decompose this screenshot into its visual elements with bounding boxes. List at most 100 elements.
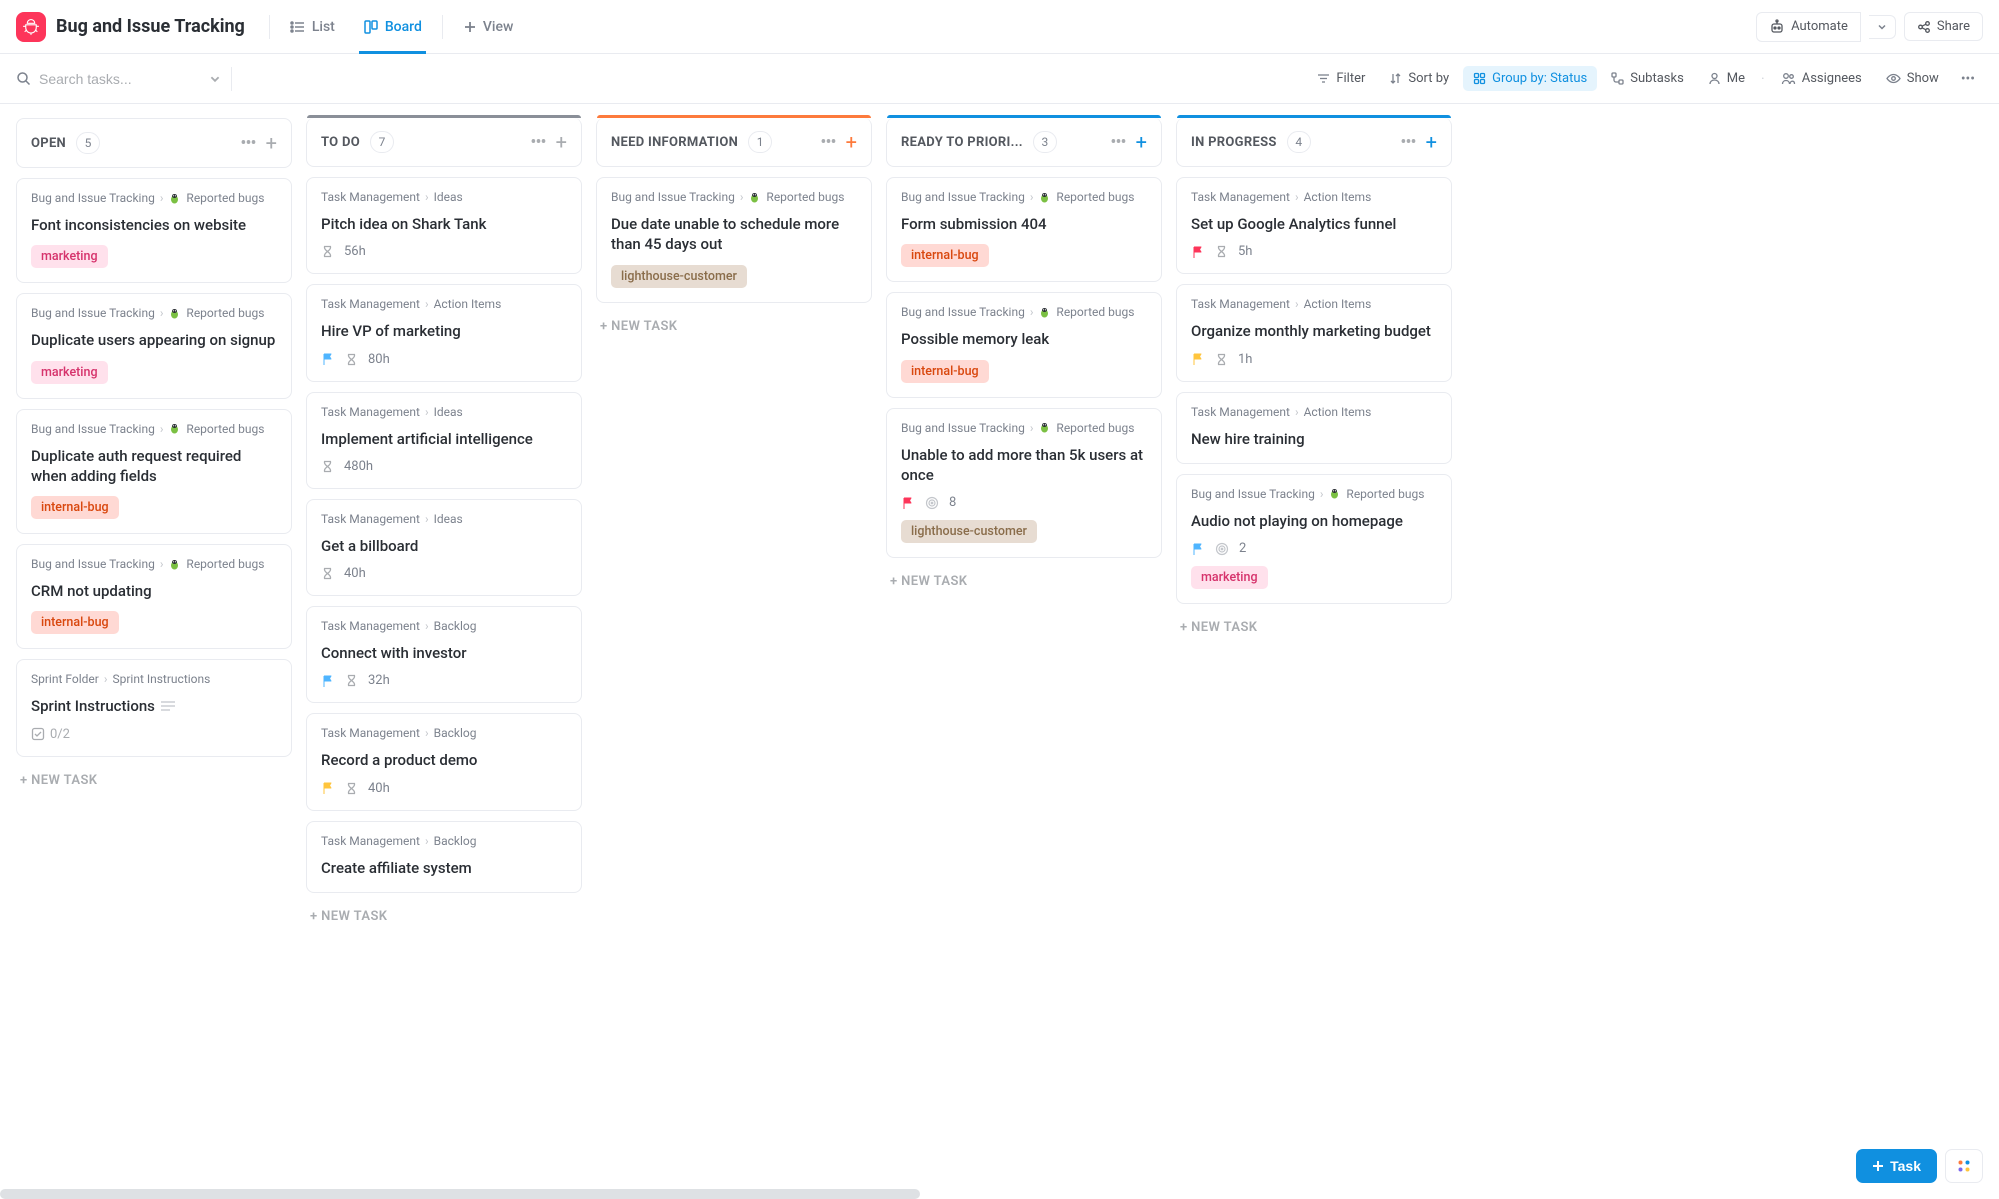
new-task-link[interactable]: + NEW TASK: [1176, 614, 1452, 641]
show-button[interactable]: Show: [1876, 66, 1949, 91]
breadcrumb[interactable]: Bug and Issue Tracking›Reported bugs: [31, 422, 277, 436]
task-card[interactable]: Task Management›Ideas Implement artifici…: [306, 392, 582, 489]
search-dropdown[interactable]: [209, 73, 221, 85]
flag-icon[interactable]: [901, 496, 915, 510]
task-card[interactable]: Bug and Issue Tracking›Reported bugs Due…: [596, 177, 872, 303]
flag-icon[interactable]: [321, 781, 335, 795]
breadcrumb[interactable]: Bug and Issue Tracking›Reported bugs: [611, 190, 857, 204]
breadcrumb[interactable]: Bug and Issue Tracking›Reported bugs: [31, 306, 277, 320]
breadcrumb[interactable]: Sprint Folder›Sprint Instructions: [31, 672, 277, 686]
breadcrumb[interactable]: Task Management›Ideas: [321, 190, 567, 204]
search-input[interactable]: [39, 71, 189, 87]
toolbar-more[interactable]: •••: [1953, 66, 1983, 92]
column-add[interactable]: +: [846, 130, 857, 154]
tag-internal-bug[interactable]: internal-bug: [31, 496, 119, 519]
tab-board[interactable]: Board: [349, 0, 436, 54]
tag-internal-bug[interactable]: internal-bug: [901, 360, 989, 383]
column-more[interactable]: •••: [1400, 132, 1415, 153]
column-add[interactable]: +: [556, 130, 567, 154]
new-task-link[interactable]: + NEW TASK: [306, 903, 582, 930]
group-button[interactable]: Group by: Status: [1463, 66, 1597, 91]
breadcrumb[interactable]: Bug and Issue Tracking›Reported bugs: [901, 305, 1147, 319]
breadcrumb[interactable]: Task Management›Backlog: [321, 834, 567, 848]
breadcrumb[interactable]: Bug and Issue Tracking›Reported bugs: [31, 191, 277, 205]
flag-icon[interactable]: [1191, 542, 1205, 556]
breadcrumb[interactable]: Task Management›Backlog: [321, 726, 567, 740]
tag-marketing[interactable]: marketing: [31, 245, 108, 268]
column-add[interactable]: +: [1426, 130, 1437, 154]
task-card[interactable]: Task Management›Action Items Hire VP of …: [306, 284, 582, 381]
tag-internal-bug[interactable]: internal-bug: [31, 611, 119, 634]
tag-internal-bug[interactable]: internal-bug: [901, 244, 989, 267]
task-card[interactable]: Bug and Issue Tracking›Reported bugs Una…: [886, 408, 1162, 559]
new-task-link[interactable]: + NEW TASK: [886, 568, 1162, 595]
task-card[interactable]: Task Management›Backlog Connect with inv…: [306, 606, 582, 703]
task-card[interactable]: Task Management›Action Items Organize mo…: [1176, 284, 1452, 381]
flag-icon[interactable]: [321, 352, 335, 366]
new-task-link[interactable]: + NEW TASK: [16, 767, 292, 794]
column-more[interactable]: •••: [530, 132, 545, 153]
description-icon: [161, 701, 175, 711]
apps-button[interactable]: [1945, 1149, 1983, 1183]
task-card[interactable]: Task Management›Ideas Get a billboard 40…: [306, 499, 582, 596]
share-label: Share: [1937, 19, 1970, 34]
task-card[interactable]: Bug and Issue Tracking›Reported bugs CRM…: [16, 544, 292, 649]
breadcrumb[interactable]: Task Management›Ideas: [321, 512, 567, 526]
sort-button[interactable]: Sort by: [1379, 66, 1459, 91]
filter-button[interactable]: Filter: [1307, 66, 1375, 91]
task-card[interactable]: Bug and Issue Tracking›Reported bugs Pos…: [886, 292, 1162, 397]
add-view-button[interactable]: View: [449, 0, 528, 54]
assignees-button[interactable]: Assignees: [1771, 66, 1872, 91]
flag-icon[interactable]: [1191, 352, 1205, 366]
column-header[interactable]: .col-header.barred:nth-child(1)::before{…: [306, 118, 582, 167]
task-card[interactable]: Sprint Folder›Sprint Instructions Sprint…: [16, 659, 292, 756]
breadcrumb[interactable]: Bug and Issue Tracking›Reported bugs: [31, 557, 277, 571]
breadcrumb[interactable]: Task Management›Backlog: [321, 619, 567, 633]
column-header[interactable]: .col-header.barred:nth-child(1)::before{…: [886, 118, 1162, 167]
task-card[interactable]: Bug and Issue Tracking›Reported bugs Dup…: [16, 409, 292, 535]
bug-icon: [1038, 191, 1051, 204]
breadcrumb[interactable]: Task Management›Action Items: [1191, 297, 1437, 311]
column-more[interactable]: •••: [1110, 132, 1125, 153]
tag-lighthouse-customer[interactable]: lighthouse-customer: [611, 265, 747, 288]
share-button[interactable]: Share: [1904, 12, 1983, 41]
column-header[interactable]: OPEN 5 ••• +: [16, 118, 292, 168]
me-button[interactable]: Me: [1698, 66, 1755, 91]
task-card[interactable]: Bug and Issue Tracking›Reported bugs Fon…: [16, 178, 292, 283]
card-title: Unable to add more than 5k users at once: [901, 445, 1147, 486]
task-card[interactable]: Task Management›Backlog Create affiliate…: [306, 821, 582, 893]
task-card[interactable]: Task Management›Action Items Set up Goog…: [1176, 177, 1452, 274]
breadcrumb[interactable]: Task Management›Action Items: [1191, 190, 1437, 204]
flag-icon[interactable]: [321, 674, 335, 688]
task-card[interactable]: Task Management›Backlog Record a product…: [306, 713, 582, 810]
task-card[interactable]: Bug and Issue Tracking›Reported bugs Dup…: [16, 293, 292, 398]
h-scrollbar[interactable]: [0, 1189, 920, 1199]
tag-marketing[interactable]: marketing: [31, 361, 108, 384]
breadcrumb[interactable]: Bug and Issue Tracking›Reported bugs: [901, 421, 1147, 435]
automate-button[interactable]: Automate: [1756, 12, 1861, 42]
flag-icon[interactable]: [1191, 245, 1205, 259]
column-add[interactable]: +: [266, 131, 277, 155]
new-task-button[interactable]: Task: [1856, 1149, 1937, 1183]
breadcrumb[interactable]: Bug and Issue Tracking›Reported bugs: [1191, 487, 1437, 501]
tab-list[interactable]: List: [276, 0, 349, 54]
column-header[interactable]: .col-header.barred:nth-child(1)::before{…: [596, 118, 872, 167]
column-more[interactable]: •••: [820, 132, 835, 153]
tag-marketing[interactable]: marketing: [1191, 566, 1268, 589]
column-add[interactable]: +: [1136, 130, 1147, 154]
card-title: Get a billboard: [321, 536, 567, 556]
column-more[interactable]: •••: [240, 133, 255, 154]
task-card[interactable]: Bug and Issue Tracking›Reported bugs For…: [886, 177, 1162, 282]
automate-dropdown[interactable]: [1869, 15, 1896, 39]
new-task-link[interactable]: + NEW TASK: [596, 313, 872, 340]
task-card[interactable]: Bug and Issue Tracking›Reported bugs Aud…: [1176, 474, 1452, 604]
task-card[interactable]: Task Management›Ideas Pitch idea on Shar…: [306, 177, 582, 274]
breadcrumb[interactable]: Bug and Issue Tracking›Reported bugs: [901, 190, 1147, 204]
task-card[interactable]: Task Management›Action Items New hire tr…: [1176, 392, 1452, 464]
subtasks-button[interactable]: Subtasks: [1601, 66, 1694, 91]
breadcrumb[interactable]: Task Management›Ideas: [321, 405, 567, 419]
column-header[interactable]: .col-header.barred:nth-child(1)::before{…: [1176, 118, 1452, 167]
breadcrumb[interactable]: Task Management›Action Items: [321, 297, 567, 311]
breadcrumb[interactable]: Task Management›Action Items: [1191, 405, 1437, 419]
tag-lighthouse-customer[interactable]: lighthouse-customer: [901, 520, 1037, 543]
